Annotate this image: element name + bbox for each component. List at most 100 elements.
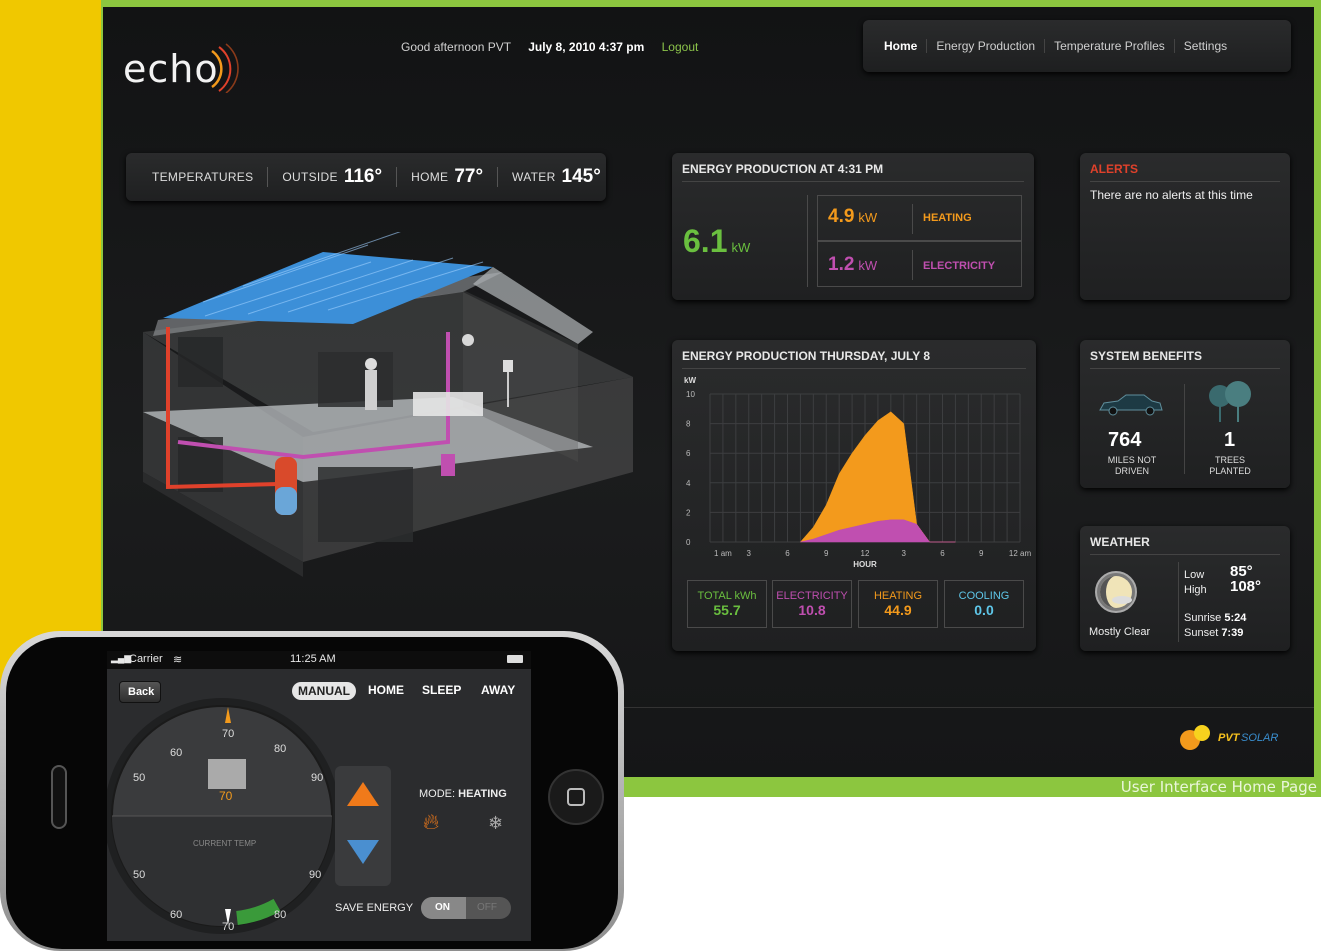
nav-energy-production[interactable]: Energy Production xyxy=(926,39,1044,53)
dial-label-80-top: 80 xyxy=(274,743,287,755)
sunset-time: 7:39 xyxy=(1221,627,1244,639)
mode-away-button[interactable]: AWAY xyxy=(481,683,515,697)
divider xyxy=(912,250,913,280)
mode-label: MODE: xyxy=(419,788,456,800)
save-energy-toggle[interactable]: ON OFF xyxy=(421,897,511,919)
electricity-total-label: ELECTRICITY xyxy=(776,590,848,602)
high-label: High xyxy=(1184,584,1207,596)
total-kw-value: 6.1 xyxy=(683,223,728,259)
energy-chart-panel: ENERGY PRODUCTION THURSDAY, JULY 8 0 2 4 6 8… xyxy=(672,340,1036,651)
system-benefits-panel: SYSTEM BENEFITS 764 MILES NOT DRIVEN 1 T… xyxy=(1080,340,1290,488)
x-tick-label: 3 xyxy=(902,549,907,558)
temperatures-label: TEMPERATURES xyxy=(152,170,254,184)
x-axis-label: HOUR xyxy=(853,560,877,569)
y-axis-label: kW xyxy=(684,376,696,385)
weather-title: WEATHER xyxy=(1090,535,1150,549)
dial-label-60-top: 60 xyxy=(170,747,183,759)
save-energy-label: SAVE ENERGY xyxy=(335,902,414,914)
mode-home-button[interactable]: HOME xyxy=(368,683,404,697)
heating-total-label: HEATING xyxy=(873,590,923,602)
greeting-bar: Good afternoon PVT July 8, 2010 4:37 pm … xyxy=(401,40,698,54)
nav-settings[interactable]: Settings xyxy=(1173,39,1236,53)
x-tick-label: 6 xyxy=(785,549,790,558)
logout-link[interactable]: Logout xyxy=(662,40,699,54)
sunset-row: Sunset 7:39 xyxy=(1184,627,1243,639)
sunrise-time: 5:24 xyxy=(1224,612,1247,624)
dial-label-60-bottom: 60 xyxy=(170,909,183,921)
water-temp: 145° xyxy=(561,166,601,187)
divider xyxy=(682,368,1026,369)
miles-label: MILES NOT DRIVEN xyxy=(1094,455,1170,477)
cooling-total-label: COOLING xyxy=(958,590,1010,602)
high-temp: 108° xyxy=(1230,578,1262,595)
toggle-on-half: ON xyxy=(421,897,466,919)
y-tick-label: 2 xyxy=(686,508,691,517)
y-tick-label: 4 xyxy=(686,479,691,488)
temp-adjust-pad xyxy=(335,766,391,886)
heating-total-box: HEATING 44.9 xyxy=(858,580,938,628)
trees-label: TREES PLANTED xyxy=(1192,455,1268,477)
trees-label-line1: TREES xyxy=(1214,455,1245,465)
toggle-off-label: OFF xyxy=(477,902,497,913)
dial-label-70-top: 70 xyxy=(222,728,235,740)
y-tick-label: 8 xyxy=(686,420,691,429)
trees-icon xyxy=(1209,381,1251,422)
iphone-mockup: ▂▄▆ Carrier ≋ 11:25 AM Back MANUAL HOME … xyxy=(0,631,624,951)
logo-rings-icon xyxy=(211,43,239,93)
total-kw-unit: kW xyxy=(731,240,751,255)
outside-temp: 116° xyxy=(343,166,383,187)
dial-label-70-bottom: 70 xyxy=(222,921,235,933)
page-caption: User Interface Home Page xyxy=(1120,778,1317,796)
divider xyxy=(1090,368,1280,369)
temp-up-arrow-icon[interactable] xyxy=(345,780,381,808)
y-tick-label: 10 xyxy=(686,390,695,399)
home-temp: 77° xyxy=(454,166,484,187)
current-datetime: July 8, 2010 4:37 pm xyxy=(528,40,645,54)
energy-now-title: ENERGY PRODUCTION AT 4:31 PM xyxy=(682,162,884,176)
temperatures-bar: TEMPERATURES OUTSIDE 116° HOME 77° WATER… xyxy=(126,153,606,201)
solar-logo-text: SOLAR xyxy=(1241,732,1279,744)
total-kw-readout: 6.1 kW xyxy=(683,223,750,260)
mode-sleep-button[interactable]: SLEEP xyxy=(422,683,461,697)
main-navigation: Home Energy Production Temperature Profi… xyxy=(863,20,1291,72)
nav-home[interactable]: Home xyxy=(875,39,926,53)
trees-value: 1 xyxy=(1224,429,1236,451)
pvt-logo-text: PVT xyxy=(1218,732,1240,744)
sunrise-label: Sunrise xyxy=(1184,612,1222,624)
car-icon xyxy=(1099,394,1163,416)
benefits-title: SYSTEM BENEFITS xyxy=(1090,349,1203,363)
cooling-total-value: 0.0 xyxy=(974,602,994,618)
low-label: Low xyxy=(1184,569,1205,581)
mode-readout: MODE: HEATING xyxy=(419,788,507,800)
greeting-text: Good afternoon PVT xyxy=(401,40,511,54)
temp-down-arrow-icon[interactable] xyxy=(345,838,381,866)
miles-label-line1: MILES NOT xyxy=(1107,455,1157,465)
heating-kw-value: 4.9 xyxy=(828,206,855,227)
x-tick-label: 1 am xyxy=(714,549,732,558)
divider xyxy=(497,167,499,187)
sun-logo-icon xyxy=(1180,725,1210,750)
nav-temperature-profiles[interactable]: Temperature Profiles xyxy=(1044,39,1174,53)
flame-icon[interactable]: 🔥︎ xyxy=(423,809,439,835)
cooling-total-box: COOLING 0.0 xyxy=(944,580,1024,628)
divider xyxy=(396,167,398,187)
dial-label-80-bottom: 80 xyxy=(274,909,287,921)
total-kwh-value: 55.7 xyxy=(713,602,741,618)
heating-kw-unit: kW xyxy=(858,210,878,225)
energy-now-panel: ENERGY PRODUCTION AT 4:31 PM 6.1 kW 4.9 kW… xyxy=(672,153,1034,300)
phone-home-button[interactable] xyxy=(548,769,604,825)
snowflake-icon[interactable]: ❄ xyxy=(488,813,503,834)
sunrise-row: Sunrise 5:24 xyxy=(1184,612,1246,624)
home-label: HOME xyxy=(411,170,449,184)
x-tick-label: 6 xyxy=(940,549,945,558)
x-tick-label: 3 xyxy=(747,549,752,558)
trees-label-line2: PLANTED xyxy=(1209,466,1251,476)
dial-label-50-top: 50 xyxy=(133,772,146,784)
x-tick-label: 12 am xyxy=(1009,549,1032,558)
alerts-panel: ALERTS There are no alerts at this time xyxy=(1080,153,1290,300)
electricity-kw-unit: kW xyxy=(858,258,878,273)
total-kwh-box: TOTAL kWh 55.7 xyxy=(687,580,767,628)
phone-thermostat-screen: ▂▄▆ Carrier ≋ 11:25 AM Back MANUAL HOME … xyxy=(107,651,531,941)
pvt-solar-logo: PVT SOLAR xyxy=(1178,723,1308,753)
heating-readout: 4.9 kW xyxy=(828,206,877,228)
